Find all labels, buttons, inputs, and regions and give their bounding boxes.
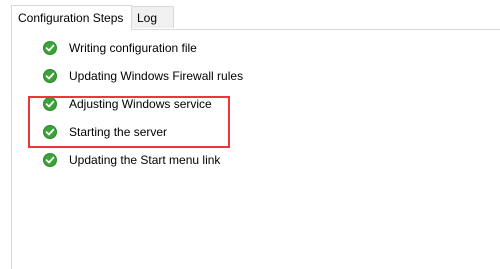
tab-label: Log — [137, 11, 158, 25]
configuration-steps-panel — [11, 29, 500, 269]
top-strip — [0, 0, 500, 4]
step-label: Updating Windows Firewall rules — [69, 69, 244, 83]
step-item: Adjusting Windows service — [43, 96, 212, 112]
check-circle-icon — [43, 41, 57, 55]
step-label: Writing configuration file — [69, 41, 197, 55]
step-item: Writing configuration file — [43, 40, 197, 56]
step-item: Updating Windows Firewall rules — [43, 68, 243, 84]
tab-log[interactable]: Log — [131, 6, 174, 28]
step-label: Updating the Start menu link — [69, 153, 221, 167]
check-circle-icon — [43, 153, 57, 167]
step-item: Starting the server — [43, 124, 167, 140]
check-circle-icon — [43, 125, 57, 139]
step-label: Starting the server — [69, 125, 168, 139]
check-circle-icon — [43, 69, 57, 83]
step-item: Updating the Start menu link — [43, 152, 220, 168]
step-label: Adjusting Windows service — [69, 97, 212, 111]
tab-label: Configuration Steps — [18, 11, 124, 25]
tab-configuration-steps[interactable]: Configuration Steps — [11, 5, 132, 30]
check-circle-icon — [43, 97, 57, 111]
